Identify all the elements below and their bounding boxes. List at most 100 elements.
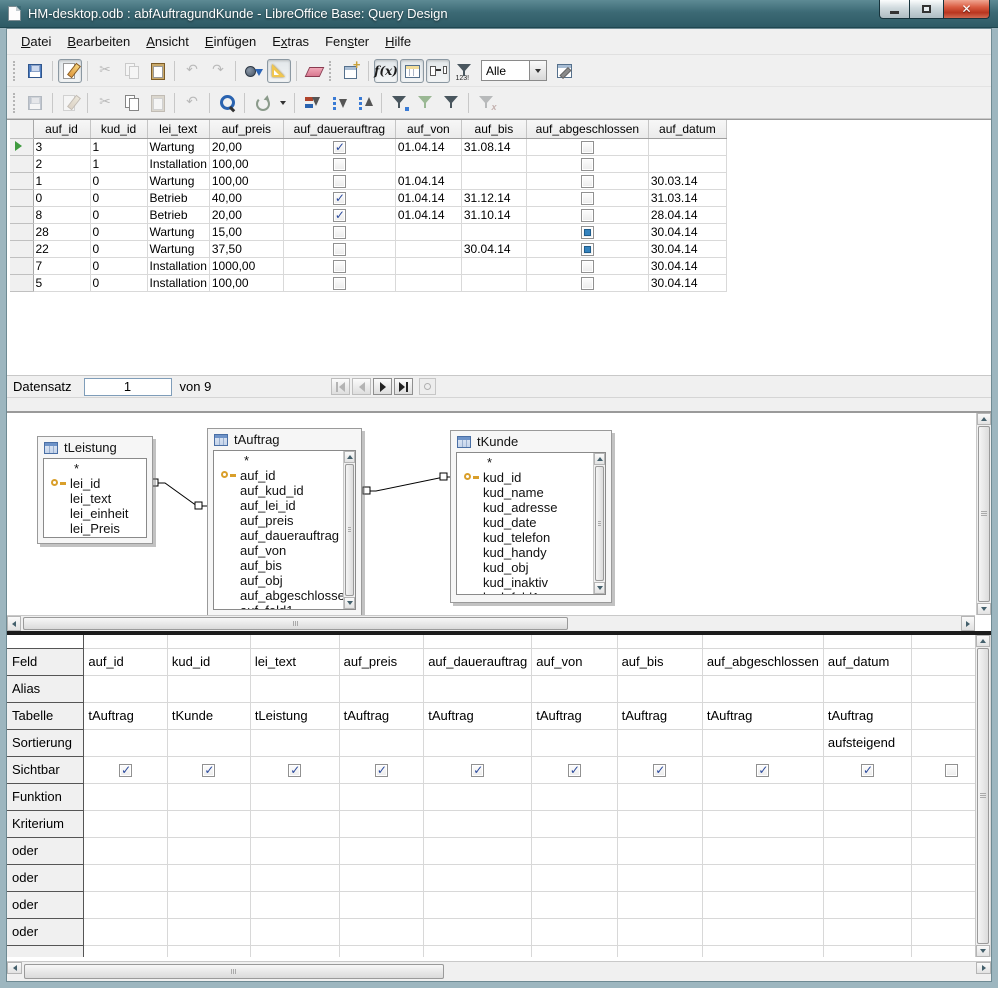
reset-filter-button[interactable]: x xyxy=(474,91,498,115)
cell[interactable] xyxy=(617,810,702,837)
field-item[interactable]: kud_obj xyxy=(457,560,605,575)
cell[interactable]: 100,00 xyxy=(209,155,283,172)
cell[interactable] xyxy=(424,891,532,918)
cell[interactable] xyxy=(532,729,617,756)
visible-checkbox[interactable] xyxy=(653,764,666,777)
row-selector[interactable] xyxy=(10,189,33,206)
cell[interactable] xyxy=(461,155,526,172)
cell[interactable] xyxy=(532,837,617,864)
cell[interactable] xyxy=(461,274,526,291)
table-window-tauftrag[interactable]: tAuftrag * auf_id auf_kud_id auf_lei_id … xyxy=(207,428,362,618)
cell[interactable]: tAuftrag xyxy=(84,702,168,729)
cell[interactable] xyxy=(532,783,617,810)
maximize-button[interactable] xyxy=(910,0,943,19)
cell[interactable] xyxy=(84,810,168,837)
column-header[interactable]: auf_datum xyxy=(648,120,726,138)
cell[interactable] xyxy=(339,783,424,810)
cell[interactable]: 37,50 xyxy=(209,240,283,257)
cell[interactable]: auf_von xyxy=(532,648,617,675)
cell[interactable]: aufsteigend xyxy=(823,729,911,756)
cell[interactable] xyxy=(84,837,168,864)
cell[interactable] xyxy=(167,783,250,810)
column-header[interactable]: auf_von xyxy=(395,120,461,138)
checkbox[interactable] xyxy=(333,243,346,256)
scroll-up-button[interactable] xyxy=(977,413,991,425)
toolbar-grip[interactable] xyxy=(329,61,333,81)
last-record-button[interactable] xyxy=(394,378,413,395)
scroll-right-button[interactable] xyxy=(961,616,975,631)
cell[interactable]: 28 xyxy=(33,223,90,240)
scrollbar-thumb[interactable] xyxy=(977,648,989,944)
cell[interactable]: 28.04.14 xyxy=(648,206,726,223)
sort-ascending-button[interactable] xyxy=(326,91,350,115)
cell[interactable] xyxy=(532,864,617,891)
column-header[interactable]: auf_preis xyxy=(209,120,283,138)
cell[interactable] xyxy=(167,837,250,864)
row-selector[interactable] xyxy=(10,206,33,223)
cell[interactable]: 30.04.14 xyxy=(648,257,726,274)
scroll-down-button[interactable] xyxy=(344,597,355,609)
cell[interactable] xyxy=(395,223,461,240)
cell[interactable] xyxy=(424,675,532,702)
cell[interactable] xyxy=(167,810,250,837)
cell[interactable]: 1 xyxy=(33,172,90,189)
cell[interactable] xyxy=(250,810,339,837)
paste-button[interactable] xyxy=(145,91,169,115)
cell[interactable]: 100,00 xyxy=(209,274,283,291)
redo-button[interactable]: ↷ xyxy=(206,59,230,83)
cell[interactable]: 31.08.14 xyxy=(461,138,526,155)
field-item[interactable]: auf_von xyxy=(214,543,355,558)
paste-button[interactable] xyxy=(145,59,169,83)
cell[interactable] xyxy=(424,729,532,756)
cell[interactable] xyxy=(702,783,823,810)
scrollbar-thumb[interactable] xyxy=(978,426,990,602)
checkbox[interactable] xyxy=(333,260,346,273)
cell[interactable]: tAuftrag xyxy=(617,702,702,729)
scroll-up-button[interactable] xyxy=(344,451,355,463)
row-selector[interactable] xyxy=(10,155,33,172)
cell[interactable]: Wartung xyxy=(147,240,209,257)
cell[interactable] xyxy=(702,864,823,891)
cell[interactable]: 40,00 xyxy=(209,189,283,206)
limit-dropdown-button[interactable] xyxy=(529,61,546,80)
visible-checkbox[interactable] xyxy=(375,764,388,777)
refresh-button[interactable] xyxy=(250,91,274,115)
cell[interactable]: auf_id xyxy=(84,648,168,675)
scroll-right-button[interactable] xyxy=(976,962,991,974)
field-item[interactable]: kud_feld1 xyxy=(457,590,605,595)
column-header[interactable]: auf_dauerauftrag xyxy=(283,120,395,138)
visible-checkbox[interactable] xyxy=(288,764,301,777)
cell[interactable] xyxy=(424,783,532,810)
cell[interactable]: tAuftrag xyxy=(339,702,424,729)
field-item[interactable]: kud_inaktiv xyxy=(457,575,605,590)
cell[interactable] xyxy=(84,891,168,918)
cell[interactable] xyxy=(84,783,168,810)
cell[interactable] xyxy=(823,675,911,702)
menu-fenster[interactable]: Fenster xyxy=(317,30,377,53)
cell[interactable]: 5 xyxy=(33,274,90,291)
apply-filter-button[interactable] xyxy=(413,91,437,115)
cell[interactable]: tAuftrag xyxy=(532,702,617,729)
cell[interactable] xyxy=(532,675,617,702)
cell[interactable]: 31.10.14 xyxy=(461,206,526,223)
cell[interactable]: Betrieb xyxy=(147,206,209,223)
cell[interactable] xyxy=(167,918,250,945)
field-item[interactable]: auf_abgeschlossen xyxy=(214,588,355,603)
cell[interactable]: 0 xyxy=(90,206,147,223)
design-vertical-scrollbar[interactable] xyxy=(976,413,991,615)
cell[interactable]: 30.04.14 xyxy=(648,223,726,240)
cell[interactable] xyxy=(648,155,726,172)
undo-button[interactable]: ↶ xyxy=(180,91,204,115)
cell[interactable] xyxy=(617,918,702,945)
cell[interactable]: 22 xyxy=(33,240,90,257)
cell[interactable] xyxy=(339,864,424,891)
menu-ansicht[interactable]: Ansicht xyxy=(138,30,197,53)
checkbox[interactable] xyxy=(581,158,594,171)
cell[interactable] xyxy=(532,891,617,918)
cell[interactable] xyxy=(250,783,339,810)
query-properties-button[interactable] xyxy=(552,59,576,83)
column-header[interactable]: auf_id xyxy=(33,120,90,138)
scrollbar-thumb[interactable] xyxy=(24,964,444,979)
field-item[interactable]: kud_adresse xyxy=(457,500,605,515)
cell[interactable]: tAuftrag xyxy=(702,702,823,729)
